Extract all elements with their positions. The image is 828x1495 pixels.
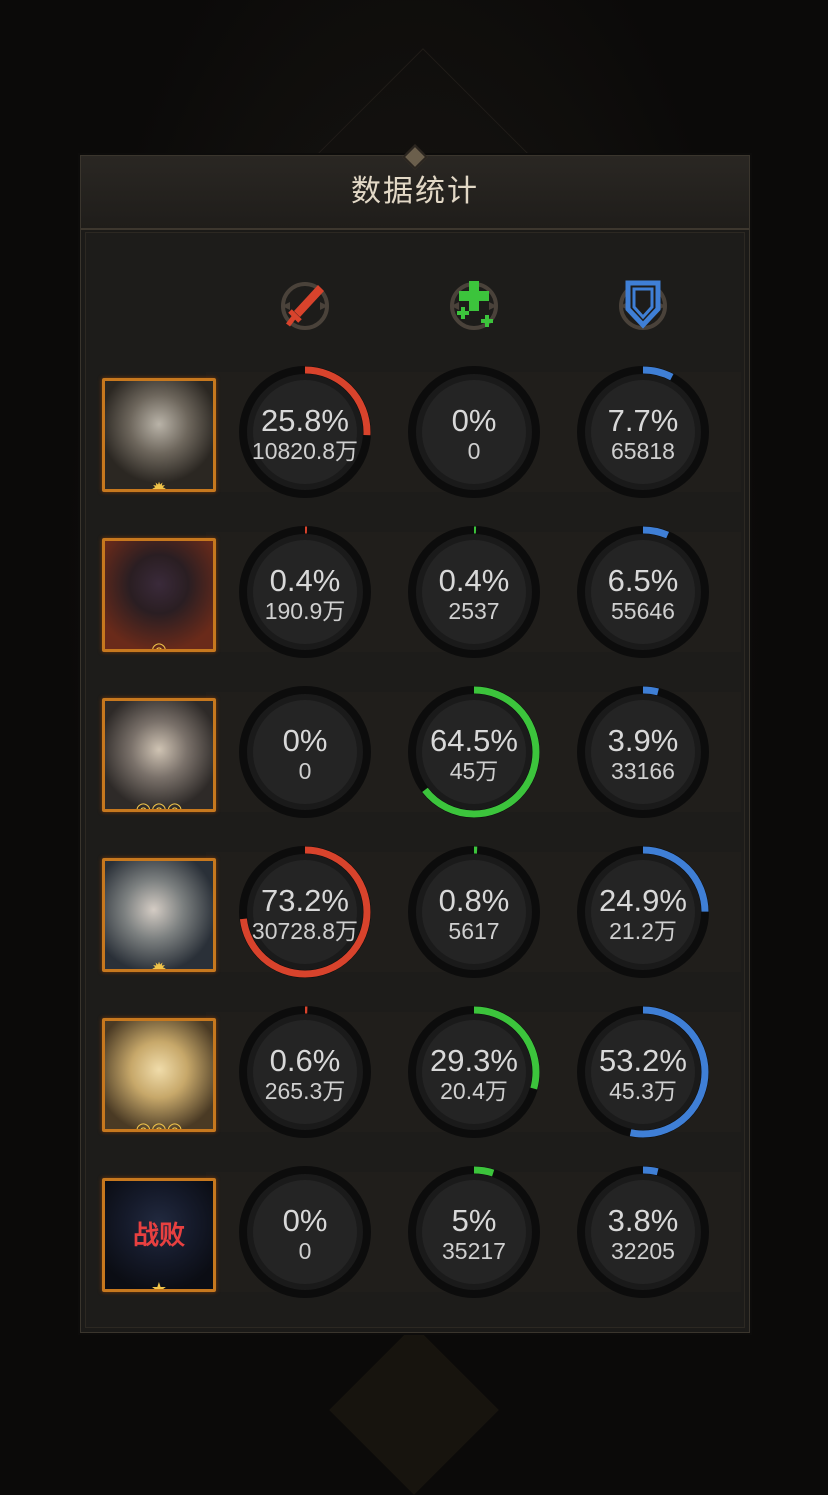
- stat-ring-tank: 53.2% 45.3万: [575, 1004, 711, 1140]
- stat-ring-heal: 64.5% 45万: [406, 684, 542, 820]
- stat-ring-damage: 25.8% 10820.8万: [237, 364, 373, 500]
- stat-percent: 25.8%: [261, 403, 349, 438]
- stat-percent: 0.6%: [269, 1043, 341, 1078]
- hero-portrait[interactable]: ◎◎◎: [102, 1018, 216, 1132]
- stat-value: 65818: [611, 438, 675, 464]
- defeated-label: 战败: [132, 1220, 185, 1250]
- sword-icon: [270, 271, 340, 341]
- stat-value: 45万: [449, 758, 499, 784]
- hero-avatar: [105, 861, 213, 969]
- stat-percent: 5%: [451, 1203, 497, 1238]
- stat-percent: 0%: [451, 403, 497, 438]
- stat-value: 20.4万: [440, 1078, 508, 1104]
- stat-value: 45.3万: [609, 1078, 677, 1104]
- stat-ring-heal: 29.3% 20.4万: [406, 1004, 542, 1140]
- stat-percent: 53.2%: [599, 1043, 687, 1078]
- stat-percent: 64.5%: [430, 723, 518, 758]
- hero-rank-badge: ◎: [151, 639, 167, 652]
- stat-value: 10820.8万: [251, 438, 359, 464]
- panel-title: 数据统计: [351, 175, 479, 208]
- hero-portrait[interactable]: ✹: [102, 378, 216, 492]
- stat-value: 55646: [611, 598, 675, 624]
- hero-portrait[interactable]: ◎◎◎: [102, 698, 216, 812]
- stat-value: 21.2万: [609, 918, 677, 944]
- stat-value: 5617: [448, 918, 500, 944]
- hero-portrait[interactable]: ✹: [102, 858, 216, 972]
- stat-percent: 29.3%: [430, 1043, 518, 1078]
- stat-value: 30728.8万: [251, 918, 359, 944]
- stat-percent: 0%: [282, 723, 328, 758]
- stat-ring-heal: 0.4% 2537: [406, 524, 542, 660]
- statistics-panel: 数据统计 ✹ 25.8% 10820.8万 0% 0 7.7% 65818 ◎ 0.4% 190.…: [80, 144, 750, 1333]
- stat-percent: 0.4%: [269, 563, 341, 598]
- hero-avatar: [105, 381, 213, 489]
- stat-percent: 3.8%: [607, 1203, 679, 1238]
- stat-ring-heal: 0% 0: [406, 364, 542, 500]
- hero-rank-badge: ★: [150, 1279, 168, 1292]
- stat-percent: 6.5%: [607, 563, 679, 598]
- stat-value: 265.3万: [264, 1078, 346, 1104]
- hero-rank-badge: ✹: [151, 479, 167, 492]
- stat-ring-tank: 6.5% 55646: [575, 524, 711, 660]
- stat-percent: 7.7%: [607, 403, 679, 438]
- stat-percent: 0.8%: [438, 883, 510, 918]
- hero-portrait[interactable]: ◎: [102, 538, 216, 652]
- hero-avatar: [105, 701, 213, 809]
- stat-percent: 24.9%: [599, 883, 687, 918]
- hero-portrait[interactable]: 战败 ★: [102, 1178, 216, 1292]
- heal-cross-icon: [439, 271, 509, 341]
- stat-value: 2537: [448, 598, 500, 624]
- stat-ring-damage: 0% 0: [237, 684, 373, 820]
- panel-header: 数据统计: [81, 144, 749, 230]
- stat-ring-damage: 0% 0: [237, 1164, 373, 1300]
- hero-avatar: [105, 1021, 213, 1129]
- stat-ring-tank: 3.8% 32205: [575, 1164, 711, 1300]
- stat-value: 35217: [442, 1238, 506, 1264]
- stat-ring-tank: 3.9% 33166: [575, 684, 711, 820]
- stat-ring-heal: 0.8% 5617: [406, 844, 542, 980]
- stat-percent: 0.4%: [438, 563, 510, 598]
- hero-rank-badge: ◎◎◎: [135, 799, 183, 812]
- shield-icon: [608, 271, 678, 341]
- stat-percent: 3.9%: [607, 723, 679, 758]
- hero-avatar: [105, 541, 213, 649]
- stat-ring-heal: 5% 35217: [406, 1164, 542, 1300]
- stat-value: 32205: [611, 1238, 675, 1264]
- panel-body: ✹ 25.8% 10820.8万 0% 0 7.7% 65818 ◎ 0.4% 190.9万 0.4…: [85, 232, 745, 1328]
- stat-ring-tank: 24.9% 21.2万: [575, 844, 711, 980]
- stat-ring-damage: 0.4% 190.9万: [237, 524, 373, 660]
- stat-value: 0: [298, 1238, 312, 1264]
- stat-value: 0: [298, 758, 312, 784]
- stat-percent: 73.2%: [261, 883, 349, 918]
- hero-rank-badge: ◎◎◎: [135, 1119, 183, 1132]
- stat-percent: 0%: [282, 1203, 328, 1238]
- stat-value: 33166: [611, 758, 675, 784]
- stat-ring-tank: 7.7% 65818: [575, 364, 711, 500]
- stat-ring-damage: 73.2% 30728.8万: [237, 844, 373, 980]
- stat-ring-damage: 0.6% 265.3万: [237, 1004, 373, 1140]
- hero-rank-badge: ✹: [151, 959, 167, 972]
- stat-value: 0: [467, 438, 481, 464]
- stat-value: 190.9万: [264, 598, 346, 624]
